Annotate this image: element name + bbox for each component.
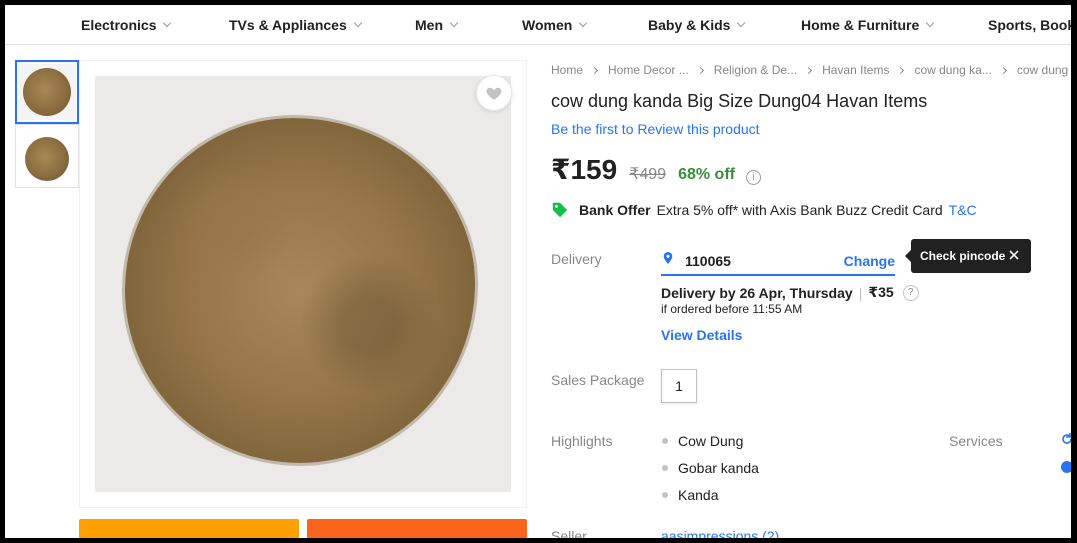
list-item: Gobar kanda <box>661 460 759 487</box>
bank-offer: Bank Offer Extra 5% off* with Axis Bank … <box>551 201 977 219</box>
thumbnail-2[interactable] <box>15 124 79 188</box>
chevron-down-icon <box>163 18 172 28</box>
heart-icon <box>486 87 502 100</box>
thumbnail-image <box>18 128 76 184</box>
highlights-label: Highlights <box>551 433 613 449</box>
discount-percent: 68% off <box>678 166 735 183</box>
category-electronics[interactable]: Electronics <box>81 17 172 33</box>
chevron-right-icon <box>696 66 704 74</box>
thumbnail-list <box>15 60 79 188</box>
offer-type: Bank Offer <box>579 202 651 218</box>
price-row: ₹159 ₹499 68% off i <box>551 153 761 186</box>
services-label: Services <box>949 433 1003 449</box>
breadcrumb-item[interactable]: Havan Items <box>822 63 889 77</box>
wishlist-button[interactable] <box>476 75 512 111</box>
pincode-value: 110065 <box>685 253 731 269</box>
chevron-right-icon <box>590 66 599 74</box>
location-pin-icon <box>663 252 673 264</box>
help-icon[interactable]: ? <box>902 284 919 301</box>
seller-label: Seller <box>551 528 587 538</box>
highlight-text: Cow Dung <box>678 433 744 449</box>
thumbnail-image <box>18 64 76 120</box>
product-image-panel <box>79 60 527 508</box>
delivery-charge: ₹35 <box>868 284 894 300</box>
breadcrumb-item[interactable]: cow dung ka... <box>914 63 991 77</box>
delivery-separator: | <box>858 284 863 301</box>
chevron-right-icon <box>897 66 905 74</box>
tooltip-text: Check pincode <box>920 249 1006 263</box>
offer-tag-icon <box>552 202 568 218</box>
pincode-input[interactable]: 110065 Change <box>661 242 895 276</box>
chevron-right-icon <box>999 66 1007 74</box>
cow-dung-cake-image <box>125 118 475 463</box>
product-details: Home Home Decor ... Religion & De... Hav… <box>551 5 1071 538</box>
info-icon[interactable]: i <box>745 170 761 185</box>
thumbnail-1[interactable] <box>15 60 79 124</box>
buy-now-button[interactable] <box>307 519 527 538</box>
chevron-down-icon <box>353 18 362 28</box>
category-label: TVs & Appliances <box>229 17 347 33</box>
highlight-text: Kanda <box>678 487 719 503</box>
change-pincode-button[interactable]: Change <box>844 253 895 269</box>
add-to-cart-button[interactable] <box>79 519 299 538</box>
category-tvs-appliances[interactable]: TVs & Appliances <box>229 17 362 33</box>
product-image[interactable] <box>95 76 511 492</box>
breadcrumb-item[interactable]: Home Decor ... <box>608 63 689 77</box>
seller-name[interactable]: aasimpressions (2) <box>661 528 779 538</box>
selling-price: ₹159 <box>551 154 618 185</box>
close-icon[interactable] <box>1007 248 1021 262</box>
view-details-link[interactable]: View Details <box>661 327 742 343</box>
bullet-icon <box>662 492 668 498</box>
chevron-down-icon <box>449 18 459 28</box>
list-item: Kanda <box>661 487 759 514</box>
terms-link[interactable]: T&C <box>949 202 977 218</box>
offer-text: Extra 5% off* with Axis Bank Buzz Credit… <box>656 202 943 218</box>
check-pincode-tooltip: Check pincode <box>905 239 1031 273</box>
bullet-icon <box>662 438 668 444</box>
review-link[interactable]: Be the first to Review this product <box>551 121 760 137</box>
return-icon <box>1062 433 1071 444</box>
product-title: cow dung kanda Big Size Dung04 Havan Ite… <box>551 91 928 111</box>
page-frame: Electronics TVs & Appliances Men Women B… <box>5 5 1071 538</box>
highlight-text: Gobar kanda <box>678 460 759 476</box>
cod-icon <box>1061 461 1071 473</box>
category-label: Electronics <box>81 17 157 33</box>
bullet-icon <box>662 465 668 471</box>
category-label: Men <box>415 17 443 33</box>
delivery-cutoff: if ordered before 11:55 AM <box>661 302 803 316</box>
list-item: Cow Dung <box>661 433 759 460</box>
sales-package-value: 1 <box>661 369 697 403</box>
breadcrumb-item[interactable]: Home <box>551 63 583 77</box>
breadcrumb: Home Home Decor ... Religion & De... Hav… <box>551 63 1071 77</box>
original-price: ₹499 <box>629 166 667 183</box>
product-thumbnail <box>25 137 69 181</box>
breadcrumb-item[interactable]: Religion & De... <box>714 63 797 77</box>
chevron-right-icon <box>805 66 813 74</box>
category-men[interactable]: Men <box>415 17 459 33</box>
product-thumbnail <box>23 68 71 116</box>
breadcrumb-item[interactable]: cow dung ka... <box>1017 63 1071 77</box>
sales-package-label: Sales Package <box>551 372 645 388</box>
delivery-date: Delivery by 26 Apr, Thursday <box>661 284 853 301</box>
delivery-estimate: Delivery by 26 Apr, Thursday | ₹35 ? <box>661 284 919 301</box>
highlights-list: Cow Dung Gobar kanda Kanda <box>661 433 759 514</box>
delivery-label: Delivery <box>551 251 602 267</box>
